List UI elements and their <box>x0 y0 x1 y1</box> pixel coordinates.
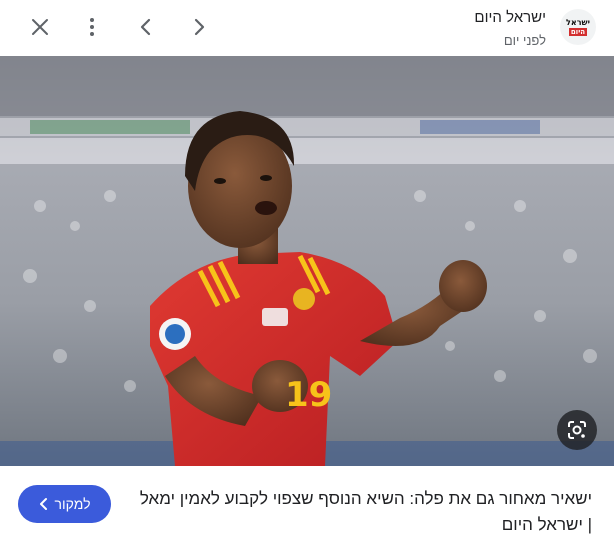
chevron-left-icon <box>140 18 151 36</box>
more-options-button[interactable] <box>77 12 107 42</box>
article-title[interactable]: ישאיר מאחור גם את פלה: השיא הנוסף שצפוי … <box>137 486 592 538</box>
more-vert-icon <box>90 18 94 36</box>
football-player-photo: 19 <box>0 56 614 466</box>
chevron-right-icon <box>194 18 205 36</box>
source-time: לפני יום <box>503 33 546 48</box>
result-caption: ישאיר מאחור גם את פלה: השיא הנוסף שצפוי … <box>0 466 614 545</box>
viewer-top-bar: ישראל היום לפני יום ישראל היום <box>0 0 614 56</box>
visit-source-button[interactable]: למקור <box>18 485 111 523</box>
close-button[interactable] <box>25 12 55 42</box>
logo-text-bottom: היום <box>568 28 588 36</box>
google-lens-button[interactable] <box>557 410 597 450</box>
google-lens-icon <box>568 421 586 439</box>
source-logo[interactable]: ישראל היום <box>560 9 596 45</box>
source-name[interactable]: ישראל היום <box>474 8 546 28</box>
jersey-number: 19 <box>285 375 332 415</box>
logo-text-top: ישראל <box>566 18 590 27</box>
previous-result-button[interactable] <box>131 12 161 42</box>
preview-image[interactable]: 19 <box>0 56 614 466</box>
close-icon <box>32 19 48 35</box>
chevron-left-icon <box>39 498 47 510</box>
next-result-button[interactable] <box>184 12 214 42</box>
visit-button-label: למקור <box>54 496 91 512</box>
source-info[interactable]: ישראל היום לפני יום <box>474 8 546 50</box>
